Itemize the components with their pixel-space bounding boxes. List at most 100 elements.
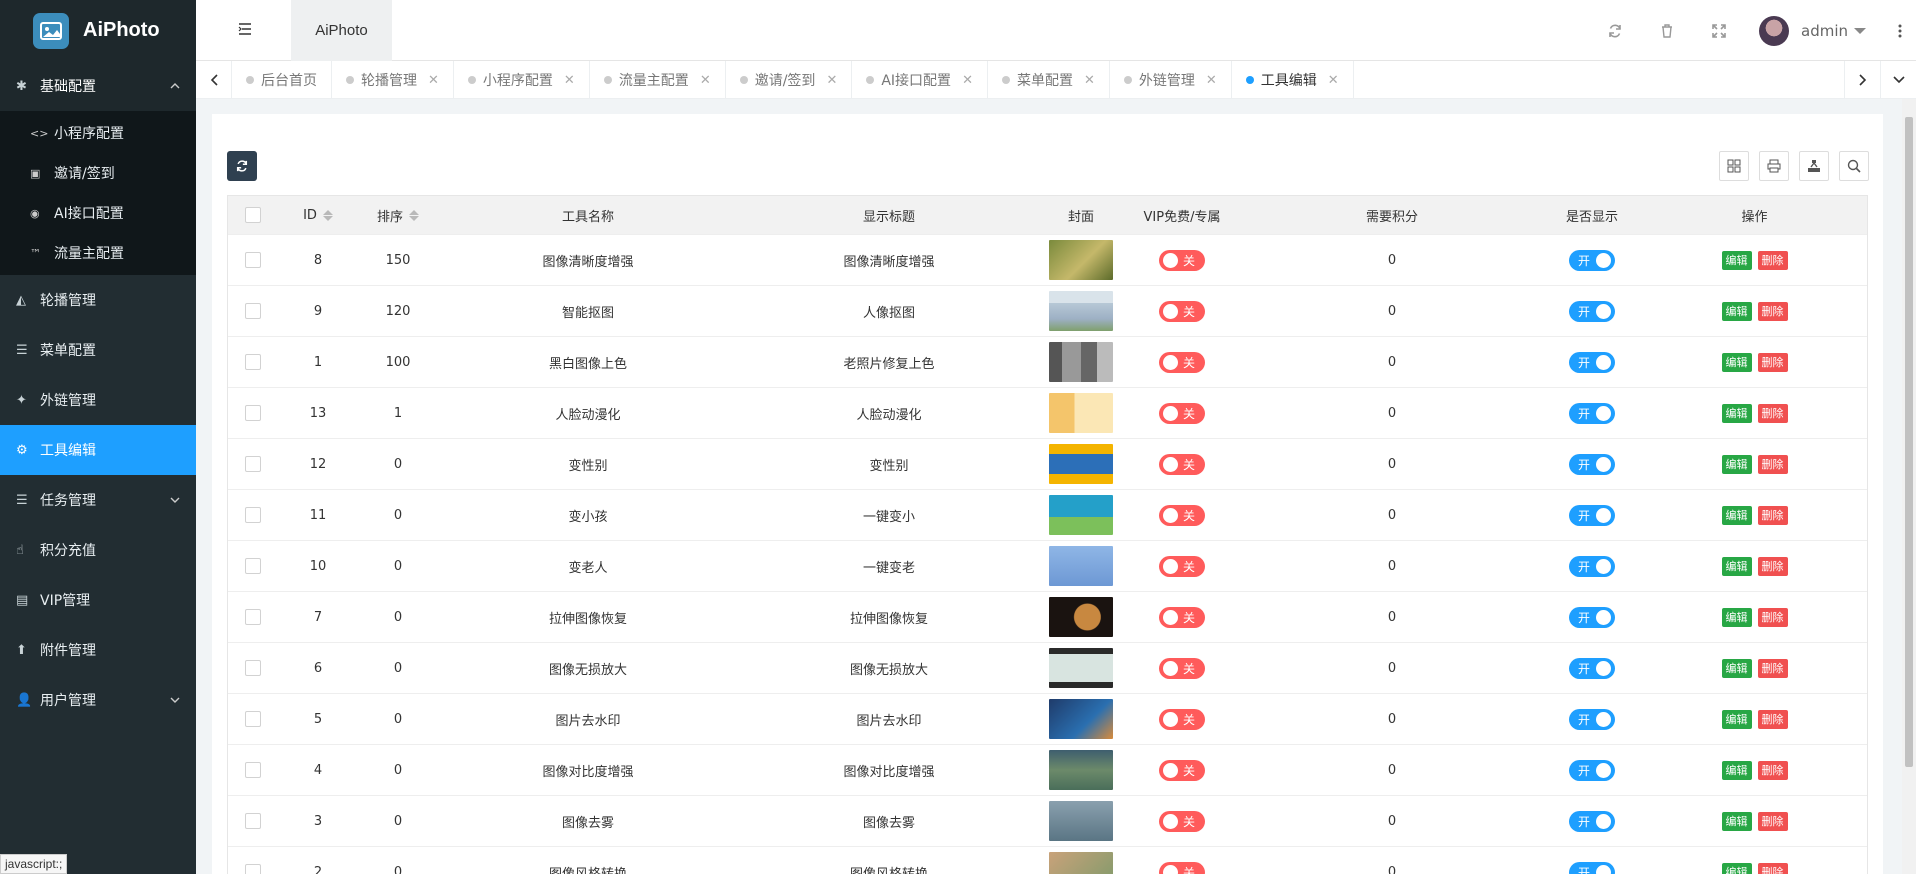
cover-thumbnail[interactable] [1049,342,1113,382]
show-toggle[interactable]: 开 [1569,810,1615,832]
row-checkbox[interactable] [245,711,261,727]
column-header-sort[interactable]: 排序 [358,206,438,225]
sidebar-item-menu-config[interactable]: ☰ 菜单配置 [0,325,196,375]
row-checkbox[interactable] [245,507,261,523]
tab-8[interactable]: 工具编辑 ✕ [1232,61,1354,98]
sidebar-item-vip[interactable]: ▤ VIP管理 [0,575,196,625]
print-button[interactable] [1759,151,1789,181]
tabs-dropdown-icon[interactable] [1880,61,1916,99]
tab-7[interactable]: 外链管理 ✕ [1110,61,1232,98]
cover-thumbnail[interactable] [1049,495,1113,535]
tab-4[interactable]: 邀请/签到 ✕ [726,61,853,98]
search-button[interactable] [1839,151,1869,181]
edit-button[interactable]: 编辑 [1721,454,1752,474]
vip-toggle[interactable]: 关 [1159,300,1205,322]
columns-toggle-button[interactable] [1719,151,1749,181]
edit-button[interactable]: 编辑 [1721,250,1752,270]
close-icon[interactable]: ✕ [826,73,837,88]
delete-button[interactable]: 删除 [1757,760,1788,780]
table-refresh-button[interactable] [227,151,257,181]
close-icon[interactable]: ✕ [1084,73,1095,88]
delete-button[interactable]: 删除 [1757,709,1788,729]
edit-button[interactable]: 编辑 [1721,709,1752,729]
vip-toggle[interactable]: 关 [1159,810,1205,832]
tab-0[interactable]: 后台首页 [232,61,332,98]
cover-thumbnail[interactable] [1049,240,1113,280]
vip-toggle[interactable]: 关 [1159,861,1205,874]
tabs-scroll-left-icon[interactable] [196,61,232,99]
row-checkbox[interactable] [245,558,261,574]
row-checkbox[interactable] [245,354,261,370]
cover-thumbnail[interactable] [1049,444,1113,484]
close-icon[interactable]: ✕ [564,73,575,88]
delete-button[interactable]: 删除 [1757,811,1788,831]
vip-toggle[interactable]: 关 [1159,249,1205,271]
cover-thumbnail[interactable] [1049,546,1113,586]
show-toggle[interactable]: 开 [1569,504,1615,526]
fullscreen-icon[interactable] [1693,0,1745,61]
edit-button[interactable]: 编辑 [1721,658,1752,678]
edit-button[interactable]: 编辑 [1721,301,1752,321]
vip-toggle[interactable]: 关 [1159,708,1205,730]
row-checkbox[interactable] [245,813,261,829]
edit-button[interactable]: 编辑 [1721,403,1752,423]
row-checkbox[interactable] [245,609,261,625]
vip-toggle[interactable]: 关 [1159,504,1205,526]
tab-5[interactable]: AI接口配置 ✕ [852,61,988,98]
delete-button[interactable]: 删除 [1757,352,1788,372]
show-toggle[interactable]: 开 [1569,759,1615,781]
delete-button[interactable]: 删除 [1757,556,1788,576]
edit-button[interactable]: 编辑 [1721,760,1752,780]
sidebar-subitem-miniprogram[interactable]: <> 小程序配置 [0,113,196,153]
sidebar-item-carousel[interactable]: ◭ 轮播管理 [0,275,196,325]
row-checkbox[interactable] [245,864,261,874]
row-checkbox[interactable] [245,405,261,421]
sidebar-item-tool-edit[interactable]: ⚙ 工具编辑 [0,425,196,475]
row-checkbox[interactable] [245,660,261,676]
cover-thumbnail[interactable] [1049,699,1113,739]
user-menu[interactable]: admin [1759,15,1866,46]
show-toggle[interactable]: 开 [1569,249,1615,271]
cover-thumbnail[interactable] [1049,801,1113,841]
close-icon[interactable]: ✕ [1328,73,1339,88]
cover-thumbnail[interactable] [1049,291,1113,331]
tab-2[interactable]: 小程序配置 ✕ [454,61,590,98]
vip-toggle[interactable]: 关 [1159,453,1205,475]
sidebar-item-basic-config[interactable]: ✱ 基础配置 [0,61,196,111]
cover-thumbnail[interactable] [1049,648,1113,688]
close-icon[interactable]: ✕ [700,73,711,88]
show-toggle[interactable]: 开 [1569,555,1615,577]
export-button[interactable] [1799,151,1829,181]
vip-toggle[interactable]: 关 [1159,555,1205,577]
tabs-scroll-right-icon[interactable] [1844,61,1880,99]
row-checkbox[interactable] [245,252,261,268]
edit-button[interactable]: 编辑 [1721,862,1752,874]
vip-toggle[interactable]: 关 [1159,351,1205,373]
show-toggle[interactable]: 开 [1569,453,1615,475]
vip-toggle[interactable]: 关 [1159,759,1205,781]
refresh-icon[interactable] [1589,0,1641,61]
edit-button[interactable]: 编辑 [1721,352,1752,372]
edit-button[interactable]: 编辑 [1721,505,1752,525]
header-app-tab[interactable]: AiPhoto [291,0,392,61]
close-icon[interactable]: ✕ [962,73,973,88]
vip-toggle[interactable]: 关 [1159,657,1205,679]
scrollbar-thumb[interactable] [1905,117,1913,767]
show-toggle[interactable]: 开 [1569,351,1615,373]
sidebar-subitem-traffic[interactable]: ™ 流量主配置 [0,233,196,273]
show-toggle[interactable]: 开 [1569,606,1615,628]
vip-toggle[interactable]: 关 [1159,402,1205,424]
cover-thumbnail[interactable] [1049,393,1113,433]
hamburger-menu-icon[interactable] [238,22,252,36]
sidebar-item-users[interactable]: 👤 用户管理 [0,675,196,725]
sidebar-subitem-invite[interactable]: ▣ 邀请/签到 [0,153,196,193]
show-toggle[interactable]: 开 [1569,861,1615,874]
edit-button[interactable]: 编辑 [1721,811,1752,831]
show-toggle[interactable]: 开 [1569,657,1615,679]
delete-button[interactable]: 删除 [1757,607,1788,627]
delete-button[interactable]: 删除 [1757,250,1788,270]
delete-button[interactable]: 删除 [1757,403,1788,423]
trash-icon[interactable] [1641,0,1693,61]
sidebar-item-attachments[interactable]: ⬆ 附件管理 [0,625,196,675]
delete-button[interactable]: 删除 [1757,658,1788,678]
